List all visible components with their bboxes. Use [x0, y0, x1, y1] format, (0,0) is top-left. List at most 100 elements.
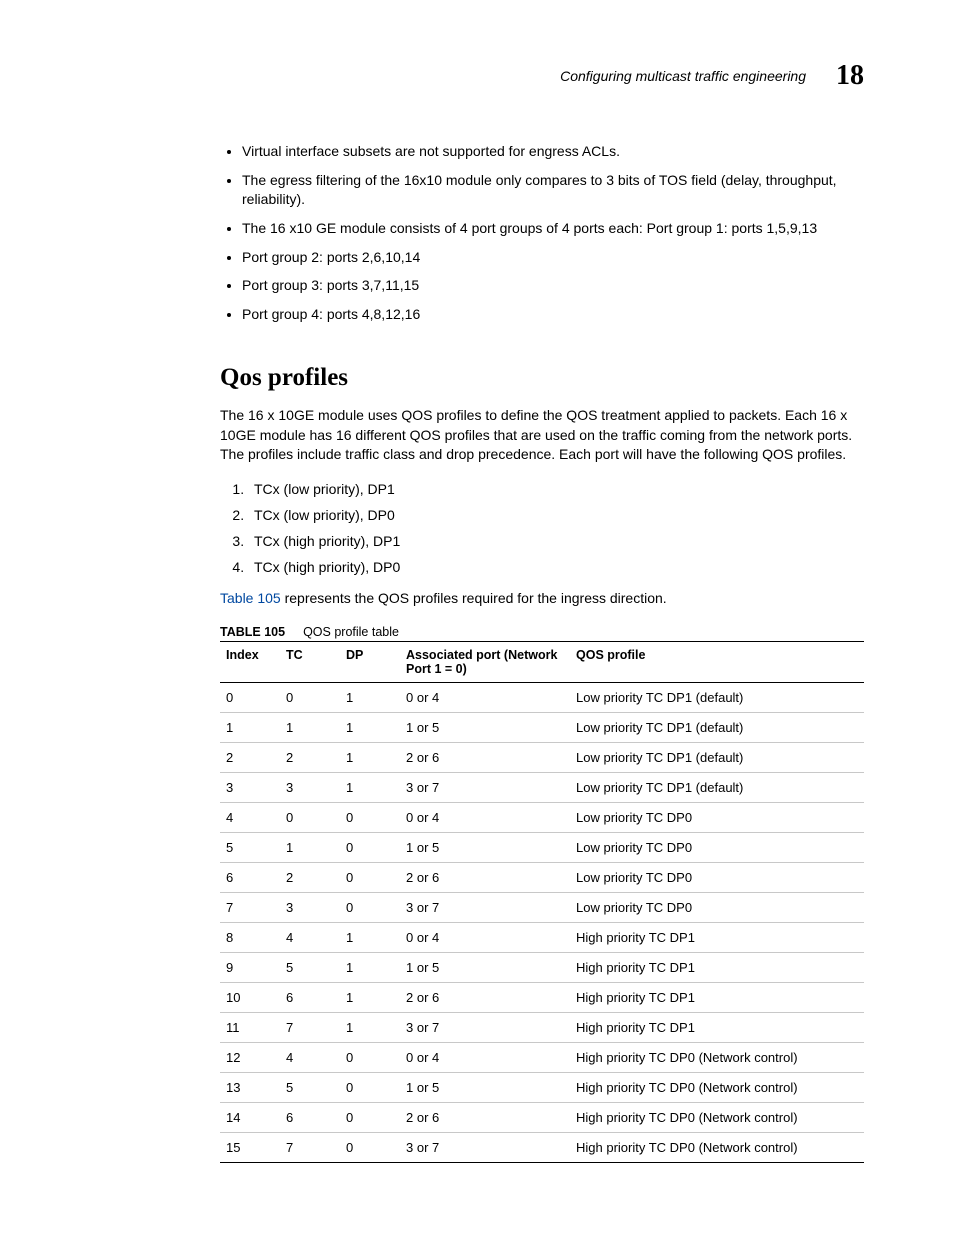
xref-sentence-rest: represents the QOS profiles required for…: [281, 590, 667, 606]
table-cell: 11: [220, 1012, 280, 1042]
table-cell: 3: [220, 772, 280, 802]
bullet-item: The egress filtering of the 16x10 module…: [242, 171, 864, 209]
table-cell: 3 or 7: [400, 892, 570, 922]
table-cell: 7: [220, 892, 280, 922]
table-cell: Low priority TC DP1 (default): [570, 682, 864, 712]
table-row: 6202 or 6Low priority TC DP0: [220, 862, 864, 892]
th-index: Index: [220, 641, 280, 682]
th-tc: TC: [280, 641, 340, 682]
table-cell: High priority TC DP0 (Network control): [570, 1042, 864, 1072]
th-qos: QOS profile: [570, 641, 864, 682]
table-cell: 0: [340, 802, 400, 832]
table-row: 10612 or 6High priority TC DP1: [220, 982, 864, 1012]
table-cell: 1: [340, 952, 400, 982]
table-cell: 6: [280, 982, 340, 1012]
table-cell: 2 or 6: [400, 742, 570, 772]
table-cell: 0: [340, 862, 400, 892]
running-header-title: Configuring multicast traffic engineerin…: [560, 68, 806, 84]
table-cell: Low priority TC DP0: [570, 832, 864, 862]
numbered-item: TCx (high priority), DP1: [248, 533, 864, 549]
table-cell: 0: [340, 1132, 400, 1162]
table-row: 15703 or 7High priority TC DP0 (Network …: [220, 1132, 864, 1162]
table-cell: 0: [280, 682, 340, 712]
table-cell: 1: [280, 712, 340, 742]
xref-sentence: Table 105 represents the QOS profiles re…: [220, 589, 864, 609]
table-cell: 0: [340, 1042, 400, 1072]
table-cell: 1: [220, 712, 280, 742]
table-row: 9511 or 5High priority TC DP1: [220, 952, 864, 982]
table-cell: 0 or 4: [400, 682, 570, 712]
table-row: 0010 or 4Low priority TC DP1 (default): [220, 682, 864, 712]
table-cell: Low priority TC DP0: [570, 802, 864, 832]
table-cell: 0 or 4: [400, 922, 570, 952]
table-cell: 1: [340, 922, 400, 952]
table-cell: Low priority TC DP1 (default): [570, 772, 864, 802]
table-cell: 4: [280, 922, 340, 952]
table-cell: 1 or 5: [400, 712, 570, 742]
content-area: Virtual interface subsets are not suppor…: [220, 142, 864, 1163]
table-cell: 5: [280, 1072, 340, 1102]
table-cell: 1: [340, 772, 400, 802]
table-cell: Low priority TC DP1 (default): [570, 712, 864, 742]
table-cell: High priority TC DP1: [570, 982, 864, 1012]
table-row: 14602 or 6High priority TC DP0 (Network …: [220, 1102, 864, 1132]
table-cell: 1 or 5: [400, 832, 570, 862]
table-row: 4000 or 4Low priority TC DP0: [220, 802, 864, 832]
table-caption-label: TABLE 105: [220, 625, 285, 639]
table-cell: 3 or 7: [400, 772, 570, 802]
table-cell: 7: [280, 1012, 340, 1042]
table-cell: 13: [220, 1072, 280, 1102]
table-cell: High priority TC DP0 (Network control): [570, 1132, 864, 1162]
table-cell: 7: [280, 1132, 340, 1162]
table-cell: 1: [340, 682, 400, 712]
table-row: 1111 or 5Low priority TC DP1 (default): [220, 712, 864, 742]
table-cell: 0 or 4: [400, 1042, 570, 1072]
table-cell: 0: [220, 682, 280, 712]
table-row: 11713 or 7High priority TC DP1: [220, 1012, 864, 1042]
table-row: 5101 or 5Low priority TC DP0: [220, 832, 864, 862]
table-cell: High priority TC DP1: [570, 922, 864, 952]
numbered-list: TCx (low priority), DP1 TCx (low priorit…: [220, 481, 864, 575]
table-cell: 2 or 6: [400, 862, 570, 892]
table-cell: 0: [340, 1072, 400, 1102]
table-cell: 3 or 7: [400, 1132, 570, 1162]
table-cell: 3: [280, 892, 340, 922]
table-cell: 2: [280, 742, 340, 772]
table-cell: 4: [280, 1042, 340, 1072]
table-caption-title: QOS profile table: [303, 625, 399, 639]
table-cell: 14: [220, 1102, 280, 1132]
table-cell: 0: [340, 892, 400, 922]
table-cell: 2 or 6: [400, 1102, 570, 1132]
table-cell: 3: [280, 772, 340, 802]
numbered-item: TCx (high priority), DP0: [248, 559, 864, 575]
table-cell: 2: [220, 742, 280, 772]
table-cell: 1 or 5: [400, 1072, 570, 1102]
table-cell: 8: [220, 922, 280, 952]
table-cell: 5: [220, 832, 280, 862]
cross-reference-link[interactable]: Table 105: [220, 590, 281, 606]
table-cell: 1: [280, 832, 340, 862]
table-cell: 1: [340, 982, 400, 1012]
table-body: 0010 or 4Low priority TC DP1 (default)11…: [220, 682, 864, 1162]
table-cell: Low priority TC DP0: [570, 892, 864, 922]
table-cell: 15: [220, 1132, 280, 1162]
page: Configuring multicast traffic engineerin…: [0, 0, 954, 1235]
bullet-item: Port group 3: ports 3,7,11,15: [242, 276, 864, 295]
table-cell: 6: [220, 862, 280, 892]
table-cell: 2: [280, 862, 340, 892]
table-cell: Low priority TC DP0: [570, 862, 864, 892]
table-row: 3313 or 7Low priority TC DP1 (default): [220, 772, 864, 802]
intro-paragraph: The 16 x 10GE module uses QOS profiles t…: [220, 406, 864, 465]
table-cell: High priority TC DP1: [570, 952, 864, 982]
bullet-item: The 16 x10 GE module consists of 4 port …: [242, 219, 864, 238]
table-row: 8410 or 4High priority TC DP1: [220, 922, 864, 952]
table-row: 13501 or 5High priority TC DP0 (Network …: [220, 1072, 864, 1102]
table-cell: 1: [340, 1012, 400, 1042]
table-cell: 0: [280, 802, 340, 832]
numbered-item: TCx (low priority), DP0: [248, 507, 864, 523]
table-cell: 6: [280, 1102, 340, 1132]
bullet-item: Virtual interface subsets are not suppor…: [242, 142, 864, 161]
section-heading: Qos profiles: [220, 364, 864, 392]
running-header: Configuring multicast traffic engineerin…: [90, 60, 864, 92]
table-cell: 1: [340, 712, 400, 742]
